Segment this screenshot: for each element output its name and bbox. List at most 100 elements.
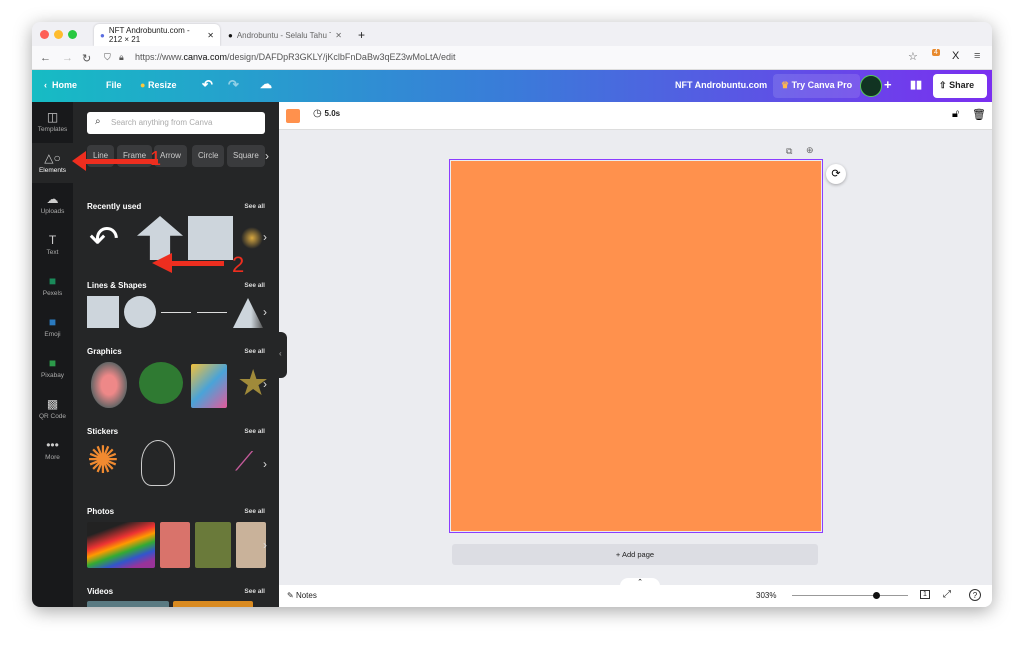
graphic-monstera-leaf[interactable] (139, 362, 183, 404)
pexels-icon: ■ (48, 274, 57, 288)
chip-circle[interactable]: Circle (192, 145, 225, 167)
graphic-character[interactable] (191, 364, 227, 408)
share-button[interactable]: ⇧ Share (933, 74, 987, 98)
forward-icon[interactable]: → (62, 52, 73, 64)
zoom-level[interactable]: 303% (756, 591, 776, 600)
circle-shape[interactable] (124, 296, 156, 328)
bookmark-star-icon[interactable]: ☆ (908, 50, 918, 63)
add-collaborator-icon[interactable]: + (884, 77, 892, 92)
rail-item-elements[interactable]: △○ Elements (32, 143, 73, 183)
rail-item-templates[interactable]: ◫ Templates (32, 102, 73, 142)
document-title[interactable]: NFT Androbuntu.com (675, 80, 767, 90)
footer-bar: ✎ Notes 303% 1 ⤢ ? (279, 585, 992, 607)
see-all-link[interactable]: See all (244, 203, 265, 210)
photo-thumbnail[interactable] (195, 522, 231, 568)
extension-x-icon[interactable]: X (952, 50, 959, 62)
rail-item-emoji[interactable]: ■ Emoji (32, 307, 73, 347)
square-element[interactable] (188, 216, 233, 260)
see-all-link[interactable]: See all (244, 348, 265, 355)
rotate-icon[interactable]: ⟳ (826, 164, 846, 184)
rail-item-pexels[interactable]: ■ Pexels (32, 266, 73, 306)
photo-thumbnail[interactable] (160, 522, 190, 568)
glow-element[interactable] (241, 227, 263, 249)
new-tab-button[interactable]: + (352, 24, 371, 46)
menu-icon[interactable]: ≡ (974, 50, 980, 62)
video-thumbnail[interactable] (173, 601, 253, 607)
curved-arrow-element[interactable]: ↶ (89, 218, 119, 260)
sticker-flower[interactable]: ✺ (87, 438, 119, 483)
page-count-button[interactable]: 1 (920, 590, 930, 599)
rail-item-qr-code[interactable]: ▩ QR Code (32, 389, 73, 429)
close-window-button[interactable] (40, 30, 49, 39)
triangle-shape[interactable] (233, 298, 263, 328)
see-all-link[interactable]: See all (244, 588, 265, 595)
section-title: Videos (87, 587, 114, 596)
browser-tab[interactable]: ● NFT Androbuntu.com - 212 × 21 ✕ (94, 24, 220, 46)
minimize-window-button[interactable] (54, 30, 63, 39)
avatar[interactable] (860, 75, 882, 97)
cloud-save-icon[interactable]: ☁ (260, 77, 272, 91)
see-all-link[interactable]: See all (244, 428, 265, 435)
chevron-right-icon[interactable]: › (263, 305, 267, 319)
section-title: Stickers (87, 427, 119, 436)
fullscreen-icon[interactable]: ⤢ (943, 589, 951, 600)
home-button[interactable]: ‹ Home (44, 80, 77, 90)
zoom-slider[interactable] (792, 595, 908, 596)
graphic-flower-vase[interactable] (91, 362, 127, 408)
close-tab-icon[interactable]: ✕ (207, 31, 214, 40)
zoom-slider-handle[interactable] (872, 592, 880, 599)
duration-button[interactable]: ◷ 5.0s (313, 108, 340, 119)
see-all-link[interactable]: See all (244, 508, 265, 515)
reload-icon[interactable]: ↻ (82, 52, 91, 65)
close-tab-icon[interactable]: ✕ (335, 31, 342, 40)
see-all-link[interactable]: See all (244, 282, 265, 289)
annotation-arrowhead-2 (152, 253, 172, 273)
try-canva-pro-button[interactable]: ♛ Try Canva Pro (773, 74, 861, 98)
emoji-icon: ■ (48, 315, 57, 329)
arrow-line-shape[interactable] (197, 312, 227, 313)
sticker-face-line-art[interactable] (141, 440, 175, 486)
annotation-arrow-2 (172, 261, 224, 266)
color-swatch[interactable] (286, 109, 300, 123)
file-menu[interactable]: File (106, 80, 122, 90)
url-field[interactable]: https://www.canva.com/design/DAFDpR3GKLY… (135, 52, 455, 62)
rail-item-pixabay[interactable]: ■ Pixabay (32, 348, 73, 388)
redo-icon[interactable]: ↷ (228, 77, 239, 93)
chip-square[interactable]: Square (227, 145, 265, 167)
notes-button[interactable]: ✎ Notes (287, 591, 317, 600)
resize-button[interactable]: ● Resize (140, 80, 176, 90)
search-input[interactable]: Search anything from Canva (87, 112, 265, 134)
chevron-right-icon[interactable]: › (263, 538, 267, 552)
collapse-panel-handle[interactable]: ‹ (279, 332, 287, 378)
more-icon: ••• (46, 438, 59, 452)
sticker-brush[interactable]: ⟋ (235, 446, 253, 478)
elements-icon: △○ (44, 151, 61, 165)
square-shape[interactable] (87, 296, 119, 328)
maximize-window-button[interactable] (68, 30, 77, 39)
rail-item-text[interactable]: T Text (32, 225, 73, 265)
photo-thumbnail[interactable] (236, 522, 266, 568)
line-shape[interactable] (161, 312, 191, 313)
rail-item-uploads[interactable]: ☁ Uploads (32, 184, 73, 224)
duplicate-page-icon[interactable]: ⧉ (786, 146, 792, 157)
design-page[interactable] (449, 159, 823, 533)
browser-tab[interactable]: ●Androbuntu - Selalu Tahu Tekno✕ (222, 24, 348, 46)
crown-icon: ♛ (781, 80, 790, 90)
lock-icon[interactable]: 🔓︎ (952, 108, 959, 121)
chevron-right-icon[interactable]: › (263, 377, 267, 391)
add-page-icon[interactable]: ⊕ (806, 145, 814, 156)
trash-icon[interactable]: 🗑︎ (972, 108, 986, 121)
chevron-right-icon[interactable]: › (263, 457, 267, 471)
undo-icon[interactable]: ↶ (202, 77, 213, 93)
add-page-button[interactable]: + Add page (452, 544, 818, 565)
chevron-right-icon[interactable]: › (265, 149, 269, 163)
back-icon[interactable]: ← (40, 52, 51, 64)
extension-badge[interactable]: 4 (932, 49, 940, 56)
help-icon[interactable]: ? (969, 589, 981, 601)
insights-chart-icon[interactable]: ▮▮ (910, 78, 922, 91)
photo-thumbnail[interactable] (87, 522, 155, 568)
video-thumbnail[interactable] (87, 601, 169, 607)
rail-item-more[interactable]: ••• More (32, 430, 73, 470)
chevron-right-icon[interactable]: › (263, 230, 267, 244)
annotation-arrowhead-1 (72, 151, 86, 171)
